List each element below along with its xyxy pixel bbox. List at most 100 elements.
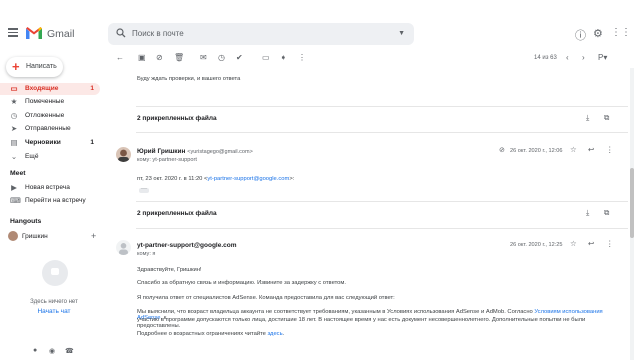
move-to-icon[interactable]: ▭	[262, 53, 270, 62]
delete-icon[interactable]: 🗑	[174, 53, 184, 62]
sidebar-item-inbox[interactable]: ▭ Входящие 1	[0, 83, 100, 95]
quote-header: пт, 23 окт. 2020 г. в 11:20 <yt-partner-…	[137, 176, 294, 182]
divider	[136, 201, 628, 202]
quote-end: >:	[289, 176, 295, 182]
sidebar-item-label: Входящие	[25, 85, 59, 92]
label-icon[interactable]: ➧	[280, 53, 287, 62]
person-icon[interactable]: ●	[33, 347, 37, 354]
mark-unread-icon[interactable]: ✉	[200, 53, 207, 62]
scrollbar-thumb[interactable]	[630, 168, 634, 238]
quote-intro: пт, 23 окт. 2020 г. в 11:20 <	[137, 176, 208, 182]
paragraph-text: Подробнее о возрастных ограничениях чита…	[137, 331, 266, 337]
compose-button[interactable]: + Написать	[6, 57, 63, 77]
scrollbar[interactable]	[630, 68, 634, 360]
avatar	[116, 147, 131, 162]
more-options-icon[interactable]: ⋮	[298, 53, 306, 62]
quote-email-link[interactable]: yt-partner-support@google.com	[207, 176, 289, 182]
search-input[interactable]: Поиск в почте	[132, 29, 184, 38]
more-options-icon[interactable]: ⋮	[606, 145, 614, 154]
email-paragraph: Я получила ответ от специалистов AdSense…	[137, 295, 395, 301]
save-to-drive-icon[interactable]: ⧉	[604, 113, 609, 123]
email-paragraph: Спасибо за обратную связь и информацию. …	[137, 280, 347, 286]
email-paragraph: участию в программе допускаются только л…	[137, 317, 586, 329]
star-icon[interactable]: ☆	[570, 145, 577, 154]
sidebar-item-more[interactable]: ⌄ Ещё	[0, 151, 100, 163]
age-info-link[interactable]: здесь	[268, 331, 283, 337]
hangouts-empty-icon	[42, 260, 68, 286]
snooze-icon[interactable]: ◷	[218, 53, 225, 62]
star-icon[interactable]: ☆	[570, 239, 577, 248]
hangouts-user[interactable]: Гришкин +	[8, 231, 98, 243]
sender-name: yt-partner-support@google.com	[137, 242, 237, 249]
add-task-icon[interactable]: ✔	[236, 53, 243, 62]
gmail-logo-icon[interactable]	[26, 27, 42, 39]
attachments-label: 2 прикрепленных файла	[137, 115, 217, 122]
search-icon[interactable]	[116, 28, 126, 38]
gmail-logo-text: Gmail	[47, 28, 75, 40]
compose-plus-icon: +	[12, 59, 20, 74]
report-spam-icon[interactable]: ⊘	[156, 53, 163, 62]
sidebar-item-sent[interactable]: ➤ Отправленные	[0, 123, 100, 135]
save-to-drive-icon[interactable]: ⧉	[604, 208, 609, 218]
paragraph-text: Мы выяснили, что возраст владельца аккау…	[137, 309, 533, 315]
download-all-icon[interactable]: ⤓	[586, 208, 589, 218]
back-arrow-icon[interactable]: ←	[116, 53, 124, 62]
more-options-icon[interactable]: ⋮	[606, 239, 614, 248]
quoted-line: Буду ждать проверки, и вашего ответа	[137, 76, 241, 82]
download-all-icon[interactable]: ⤓	[586, 113, 589, 123]
reply-icon[interactable]: ↩	[588, 239, 594, 248]
message-date: 26 окт. 2020 г., 12:06	[510, 148, 563, 154]
apps-grid-icon[interactable]: ⋮⋮	[611, 27, 631, 38]
attachments-label: 2 прикрепленных файла	[137, 210, 217, 217]
phone-icon[interactable]: ☎	[65, 347, 74, 355]
meet-new-meeting[interactable]: ▶ Новая встреча	[0, 182, 100, 194]
chevron-left-icon[interactable]: ‹	[566, 53, 569, 62]
recipient-line[interactable]: кому: yt-partner-support	[137, 157, 197, 163]
meet-item-label: Перейти на встречу	[25, 197, 86, 204]
email-thread: Буду ждать проверки, и вашего ответа 2 п…	[108, 68, 628, 360]
main-menu-icon[interactable]	[8, 28, 18, 38]
paragraph-text: .	[282, 331, 285, 337]
divider	[136, 132, 628, 133]
meet-join-meeting[interactable]: ⌨ Перейти на встречу	[0, 195, 100, 207]
hangouts-empty-text: Здесь ничего нет	[30, 299, 78, 305]
reply-icon[interactable]: ↩	[588, 145, 594, 154]
draft-icon: ▤	[10, 138, 18, 147]
settings-icon[interactable]: ⚙	[593, 27, 603, 40]
sender-name-text: Юрий Гришкин	[137, 148, 186, 155]
sidebar-item-snoozed[interactable]: ◷ Отложенные	[0, 110, 100, 122]
recipient-line[interactable]: кому: я	[137, 251, 155, 257]
email-greeting: Здравствуйте, Гришкин!	[137, 267, 202, 273]
archive-icon[interactable]: ▣	[138, 53, 146, 62]
sender-name: Юрий Гришкин <yuristagego@gmail.com>	[137, 148, 253, 155]
show-trimmed-content-button[interactable]: ···	[139, 186, 149, 193]
add-contact-icon[interactable]: +	[91, 231, 96, 241]
sidebar-item-label: Черновики	[25, 139, 61, 146]
avatar	[116, 240, 131, 255]
input-tools-icon[interactable]: Р▾	[598, 53, 607, 62]
sidebar-item-label: Отправленные	[25, 125, 71, 132]
attachment-clip-icon: ⊘	[499, 147, 505, 154]
divider	[136, 106, 628, 107]
meet-section-title: Meet	[10, 170, 26, 177]
sender-email: <yuristagego@gmail.com>	[187, 149, 253, 155]
hangouts-user-name: Гришкин	[22, 233, 48, 240]
sidebar-item-label: Помеченные	[25, 98, 65, 105]
sidebar: + Написать ▭ Входящие 1 ★ Помеченные ◷ О…	[0, 50, 108, 360]
sidebar-item-starred[interactable]: ★ Помеченные	[0, 96, 100, 108]
clock-icon: ◷	[10, 111, 18, 120]
star-icon: ★	[10, 97, 18, 106]
chevron-right-icon[interactable]: ›	[582, 53, 585, 62]
send-icon: ➤	[10, 124, 18, 133]
search-options-icon[interactable]: ▼	[398, 30, 405, 37]
sidebar-item-label: Отложенные	[25, 112, 65, 119]
pager-text: 14 из 63	[534, 55, 557, 61]
meet-item-label: Новая встреча	[25, 184, 70, 191]
unread-count: 1	[90, 85, 94, 92]
chat-icon[interactable]: ◉	[49, 347, 55, 355]
compose-label: Написать	[26, 63, 57, 70]
sidebar-item-drafts[interactable]: ▤ Черновики 1	[0, 137, 100, 149]
start-chat-link[interactable]: Начать чат	[0, 308, 108, 315]
search-box[interactable]: Поиск в почте ▼	[108, 23, 414, 45]
help-icon[interactable]: ⓘ	[575, 27, 586, 43]
